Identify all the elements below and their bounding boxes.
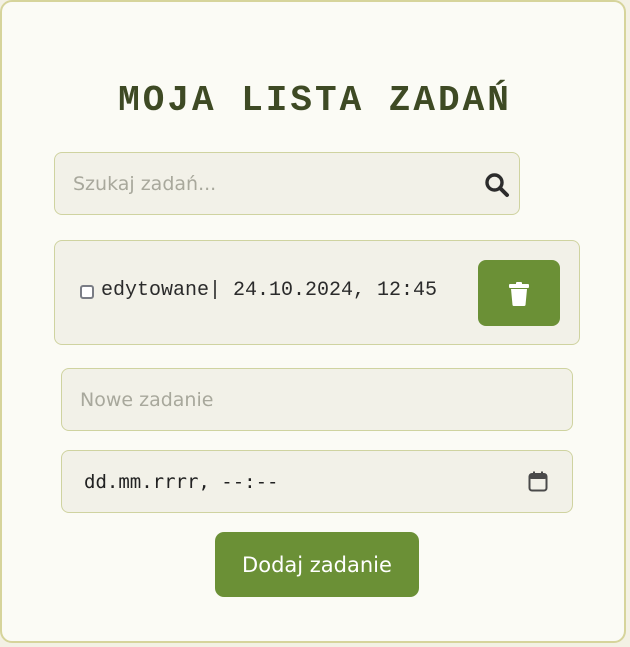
search-icon[interactable] xyxy=(484,172,510,198)
todo-card: MOJA LISTA ZADAŃ edytowane| 24.10.2024, … xyxy=(0,0,626,643)
page-title: MOJA LISTA ZADAŃ xyxy=(118,80,512,121)
datetime-placeholder: dd.mm.rrrr, --:-- xyxy=(84,471,279,493)
search-box xyxy=(54,152,520,215)
add-task-button[interactable]: Dodaj zadanie xyxy=(215,532,419,597)
search-input[interactable] xyxy=(55,153,475,214)
task-item: edytowane| 24.10.2024, 12:45 xyxy=(54,240,580,345)
deadline-datetime-input[interactable]: dd.mm.rrrr, --:-- xyxy=(61,450,573,513)
new-task-input[interactable] xyxy=(61,368,573,431)
trash-icon xyxy=(509,282,529,306)
calendar-icon[interactable] xyxy=(528,471,548,492)
task-text[interactable]: edytowane| 24.10.2024, 12:45 xyxy=(101,279,437,302)
task-checkbox[interactable] xyxy=(80,285,94,299)
delete-task-button[interactable] xyxy=(478,260,560,326)
